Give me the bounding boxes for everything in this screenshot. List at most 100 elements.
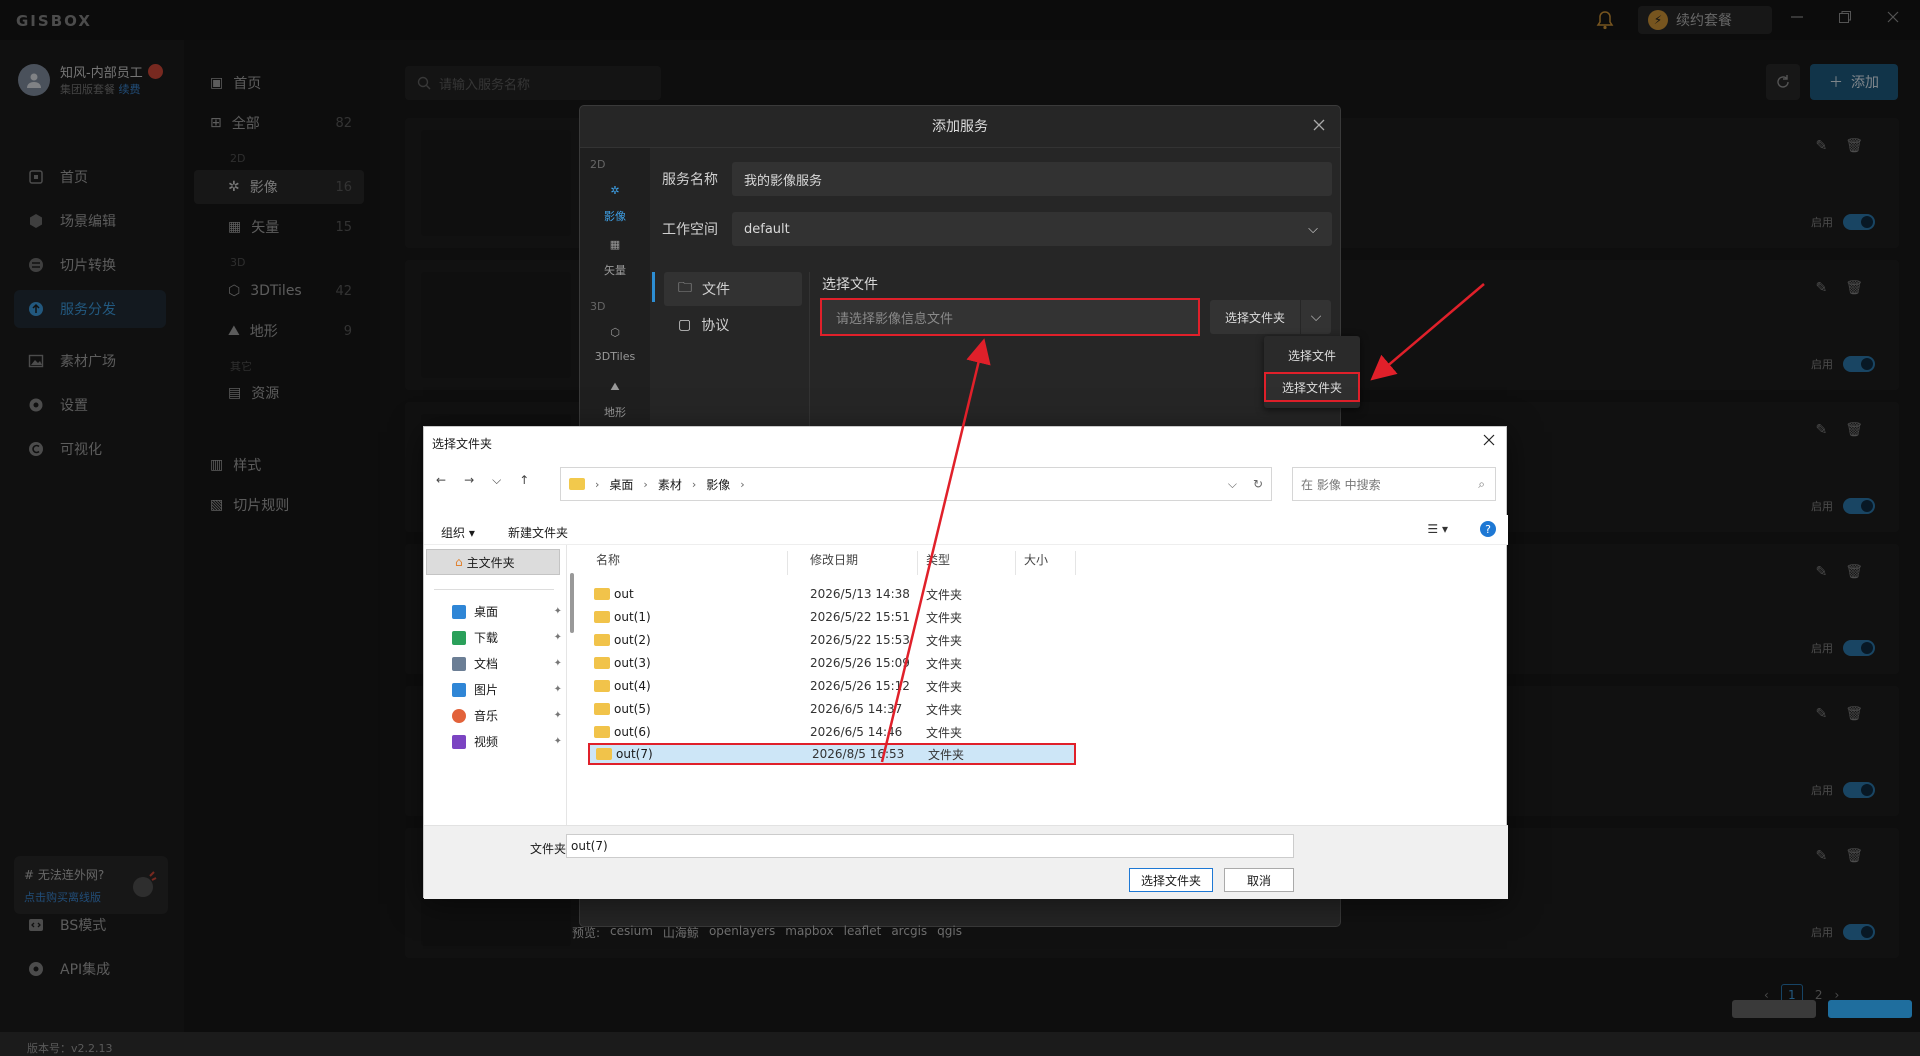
column-date[interactable]: 修改日期 xyxy=(802,551,918,575)
file-type: 文件夹 xyxy=(926,679,963,694)
pin-icon[interactable]: ✦ xyxy=(554,606,562,617)
folder-icon xyxy=(594,703,610,715)
sidebar-item-downloads[interactable]: 下载 ✦ xyxy=(452,629,562,646)
file-type: 文件夹 xyxy=(928,747,965,762)
tab-label: 文件 xyxy=(702,282,730,298)
close-icon[interactable] xyxy=(1482,433,1496,447)
preview-shanhaijing[interactable]: 山海鲸 xyxy=(663,924,699,941)
folder-icon: 🗀 xyxy=(678,280,692,296)
file-type: 文件夹 xyxy=(926,587,963,602)
forward-icon[interactable]: → xyxy=(464,473,474,488)
protocol-icon: ▢ xyxy=(678,317,692,333)
pin-icon[interactable]: ✦ xyxy=(554,710,562,721)
file-row[interactable]: out(1) 2026/5/22 15:51 文件夹 xyxy=(588,606,1076,628)
preview-leaflet[interactable]: leaflet xyxy=(844,924,882,941)
tab-file[interactable]: 🗀 文件 xyxy=(664,272,802,306)
file-type: 文件夹 xyxy=(926,725,963,740)
organize-button[interactable]: 组织 ▾ xyxy=(441,524,475,541)
rail-item-3dtiles[interactable]: ⬡ 3DTiles xyxy=(580,326,650,363)
divider xyxy=(434,589,554,590)
pin-icon[interactable]: ✦ xyxy=(554,736,562,747)
sidebar-label: 桌面 xyxy=(474,605,499,619)
file-row[interactable]: out(6) 2026/6/5 14:46 文件夹 xyxy=(588,721,1076,743)
preview-openlayers[interactable]: openlayers xyxy=(709,924,775,941)
vector-icon: ▦ xyxy=(609,238,621,251)
rail-label: 矢量 xyxy=(604,264,626,277)
sidebar-label: 主文件夹 xyxy=(466,555,515,570)
close-icon[interactable] xyxy=(1312,118,1326,132)
file-row[interactable]: out(5) 2026/6/5 14:37 文件夹 xyxy=(588,698,1076,720)
pin-icon[interactable]: ✦ xyxy=(554,658,562,669)
preview-qgis[interactable]: qgis xyxy=(937,924,962,941)
file-date: 2026/6/5 14:37 xyxy=(810,702,903,716)
folder-icon xyxy=(594,726,610,738)
folder-icon xyxy=(594,634,610,646)
crumb-materials[interactable]: 素材 xyxy=(658,476,682,493)
sidebar-scrollbar[interactable] xyxy=(570,573,574,633)
cancel-button[interactable] xyxy=(1732,1000,1816,1018)
column-name[interactable]: 名称 xyxy=(588,551,788,575)
pin-icon[interactable]: ✦ xyxy=(554,684,562,695)
menu-item-select-folder[interactable]: 选择文件夹 xyxy=(1264,372,1360,402)
sidebar-item-videos[interactable]: 视频 ✦ xyxy=(452,733,562,750)
tab-label: 协议 xyxy=(701,318,730,334)
file-row[interactable]: out 2026/5/13 14:38 文件夹 xyxy=(588,583,1076,605)
new-folder-button[interactable]: 新建文件夹 xyxy=(508,524,568,541)
sidebar-label: 音乐 xyxy=(474,709,499,723)
pane-splitter[interactable] xyxy=(566,545,567,825)
sidebar-item-home[interactable]: ⌂ 主文件夹 xyxy=(426,549,560,575)
help-icon[interactable]: ? xyxy=(1480,521,1496,537)
rail-item-vector[interactable]: ▦ 矢量 xyxy=(580,238,650,278)
file-type: 文件夹 xyxy=(926,610,963,625)
sidebar-item-desktop[interactable]: 桌面 ✦ xyxy=(452,603,562,620)
preview-mapbox[interactable]: mapbox xyxy=(785,924,833,941)
file-row-selected[interactable]: out(7) 2026/8/5 16:53 文件夹 xyxy=(588,743,1076,765)
crumb-imagery[interactable]: 影像 xyxy=(706,476,730,493)
chevron-down-icon[interactable]: ⌵ xyxy=(492,473,501,488)
file-row[interactable]: out(3) 2026/5/26 15:09 文件夹 xyxy=(588,652,1076,674)
sidebar-item-music[interactable]: 音乐 ✦ xyxy=(452,707,562,724)
file-path-input[interactable]: 请选择影像信息文件 xyxy=(820,298,1200,336)
crumb-desktop[interactable]: 桌面 xyxy=(609,476,633,493)
search-icon: ⌕ xyxy=(1478,476,1485,491)
select-folder-button[interactable]: 选择文件夹 xyxy=(1129,868,1213,892)
folder-field-label: 文件夹: xyxy=(530,842,571,856)
satellite-icon: ✲ xyxy=(610,184,620,197)
folder-search-input[interactable]: 在 影像 中搜索 ⌕ xyxy=(1292,467,1496,501)
folder-icon xyxy=(594,680,610,692)
service-name-label: 服务名称 xyxy=(662,172,718,188)
file-row[interactable]: out(2) 2026/5/22 15:53 文件夹 xyxy=(588,629,1076,651)
workspace-select[interactable]: default ⌵ xyxy=(732,212,1332,246)
up-icon[interactable]: ↑ xyxy=(519,473,529,488)
pick-dropdown-button[interactable]: ⌵ xyxy=(1301,300,1331,334)
service-name-input[interactable]: 我的影像服务 xyxy=(732,162,1332,196)
cancel-button[interactable]: 取消 xyxy=(1224,868,1294,892)
file-name: out(3) xyxy=(614,656,651,670)
column-size[interactable]: 大小 xyxy=(1016,551,1076,575)
pick-folder-button[interactable]: 选择文件夹 xyxy=(1210,300,1300,334)
folder-name-input[interactable]: out(7) xyxy=(566,834,1294,858)
sidebar-item-pictures[interactable]: 图片 ✦ xyxy=(452,681,562,698)
file-name: out(6) xyxy=(614,725,651,739)
column-type[interactable]: 类型 xyxy=(918,551,1016,575)
rail-item-imagery[interactable]: ✲ 影像 xyxy=(580,184,650,224)
menu-item-select-file[interactable]: 选择文件 xyxy=(1264,340,1360,370)
download-icon xyxy=(452,630,466,645)
pick-dropdown-menu: 选择文件 选择文件夹 xyxy=(1264,336,1360,408)
pin-icon[interactable]: ✦ xyxy=(554,632,562,643)
preview-arcgis[interactable]: arcgis xyxy=(891,924,927,941)
rail-item-terrain[interactable]: ⛰ 地形 xyxy=(580,380,650,420)
confirm-button[interactable] xyxy=(1828,1000,1912,1018)
chevron-down-icon[interactable]: ⌵ xyxy=(1228,477,1237,492)
back-icon[interactable]: ← xyxy=(436,473,446,488)
home-icon: ⌂ xyxy=(455,555,463,569)
preview-cesium[interactable]: cesium xyxy=(610,924,653,941)
address-bar[interactable]: › 桌面 › 素材 › 影像 › ⌵ ↻ xyxy=(560,467,1272,501)
tab-protocol[interactable]: ▢ 协议 xyxy=(664,308,802,342)
dialog-title: 添加服务 xyxy=(580,106,1340,148)
view-options-icon[interactable]: ☰ ▾ xyxy=(1427,522,1448,536)
chevron-right-icon: › xyxy=(643,477,648,491)
sidebar-item-documents[interactable]: 文档 ✦ xyxy=(452,655,562,672)
file-row[interactable]: out(4) 2026/5/26 15:12 文件夹 xyxy=(588,675,1076,697)
refresh-icon[interactable]: ↻ xyxy=(1253,477,1263,492)
